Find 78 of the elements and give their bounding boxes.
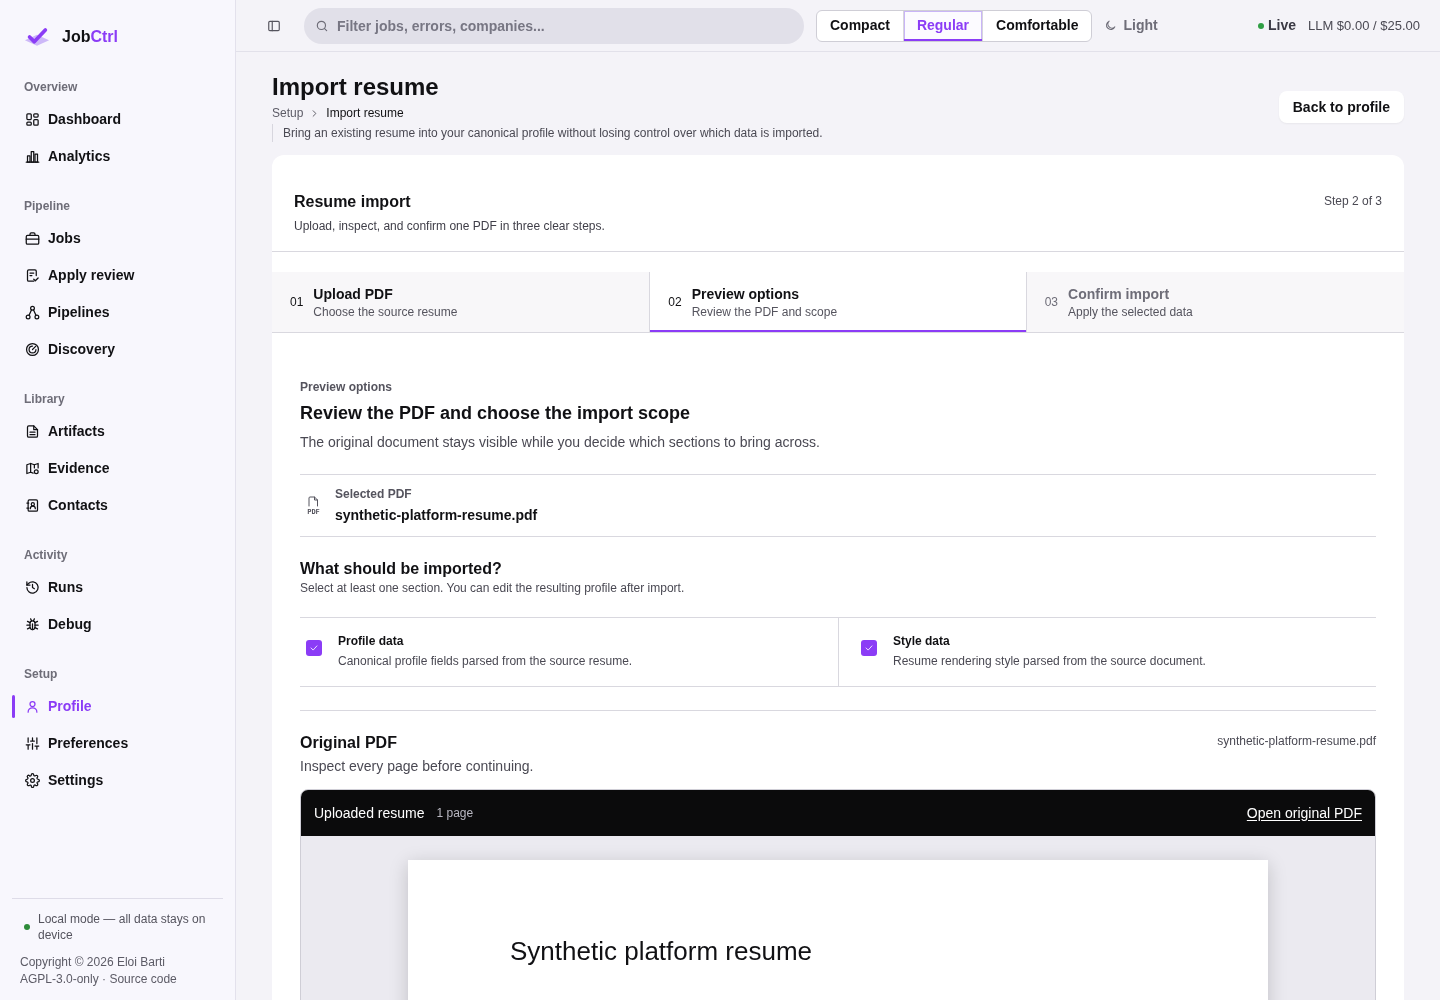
nav-item[interactable]: Apply review: [12, 257, 223, 294]
sidebar-panel-icon: [267, 18, 281, 33]
live-status: Live: [1267, 16, 1296, 35]
document-icon: [25, 424, 40, 439]
clipboard-check-icon: [25, 268, 40, 283]
nav-item[interactable]: Profile: [12, 688, 223, 725]
nav-section-heading: Setup: [23, 666, 59, 682]
nav-item[interactable]: Jobs: [12, 220, 223, 257]
nav-item[interactable]: Contacts: [12, 487, 223, 524]
license-text: AGPL-3.0-only · Source code: [19, 971, 178, 988]
search-field[interactable]: Filter jobs, errors, companies...: [304, 7, 804, 44]
open-original-pdf-link[interactable]: Open original PDF: [1246, 802, 1362, 824]
nav-section-heading: Overview: [23, 79, 79, 95]
scope-help-text: Select at least one section. You can edit the resulting profile after import.: [300, 580, 686, 596]
active-indicator: [12, 695, 15, 718]
nav-item[interactable]: Analytics: [12, 138, 223, 175]
back-to-profile-button[interactable]: Back to profile: [1278, 91, 1404, 123]
theme-toggle-button[interactable]: Light: [1104, 15, 1158, 36]
selected-pdf-label: Selected PDF: [335, 486, 413, 502]
nav-item[interactable]: Discovery: [12, 331, 223, 368]
nav-item[interactable]: Pipelines: [12, 294, 223, 331]
nav-item[interactable]: Debug: [12, 606, 223, 643]
scope-heading: What should be imported?: [300, 559, 503, 579]
selected-pdf-filename: synthetic-platform-resume.pdf: [335, 506, 538, 525]
settings-icon: [25, 773, 40, 788]
page-count: 1 page: [436, 805, 474, 822]
viewer-title: Uploaded resume: [314, 803, 425, 823]
nav-section-heading: Activity: [23, 547, 69, 563]
radar-icon: [25, 342, 40, 357]
nav-item[interactable]: Evidence: [12, 450, 223, 487]
breadcrumb-link[interactable]: Setup: [272, 105, 304, 121]
card-title: Resume import: [294, 192, 412, 212]
section-description: The original document stays visible while you decide which sections to bring across.: [300, 433, 821, 452]
network-icon: [25, 305, 40, 320]
map-pin-icon: [25, 461, 40, 476]
search-icon: [315, 18, 329, 33]
original-pdf-description: Inspect every page before continuing.: [300, 757, 534, 776]
local-mode-status: Local mode — all data stays on device: [38, 911, 207, 943]
nav-item[interactable]: Dashboard: [12, 101, 223, 138]
sliders-icon: [25, 736, 40, 751]
density-tab[interactable]: Regular: [902, 10, 983, 41]
section-heading: Review the PDF and choose the import scope: [300, 402, 692, 425]
checkmark-icon: [309, 643, 319, 653]
nav-item[interactable]: Preferences: [12, 725, 223, 762]
nav-item[interactable]: Artifacts: [12, 413, 223, 450]
checkbox[interactable]: [861, 640, 877, 656]
checkmark-icon: [864, 643, 874, 653]
section-eyebrow: Preview options: [300, 379, 394, 395]
moon-icon: [1104, 19, 1118, 32]
contact-book-icon: [25, 498, 40, 513]
breadcrumb-link[interactable]: Import resume: [326, 105, 404, 121]
card-subtitle: Upload, inspect, and confirm one PDF in three clear steps.: [294, 218, 605, 234]
density-tab[interactable]: Compact: [817, 10, 903, 41]
import-option[interactable]: Profile data Canonical profile fields parsed from the source resume.: [300, 618, 838, 686]
original-pdf-filename: synthetic-platform-resume.pdf: [1217, 733, 1376, 749]
bug-icon: [25, 617, 40, 632]
logo-icon: [24, 26, 50, 48]
nav-section-heading: Pipeline: [23, 198, 71, 214]
page-description: Bring an existing resume into your canonical profile without losing control over which data is imported.: [272, 124, 823, 142]
source-code-link[interactable]: Source code: [109, 972, 177, 986]
step-counter: Step 2 of 3: [1323, 193, 1382, 209]
document-title: Synthetic platform resume: [510, 936, 813, 966]
brand-name: JobCtrl: [62, 27, 118, 47]
grid-icon: [25, 112, 40, 127]
user-icon: [25, 699, 40, 714]
copyright-text: Copyright © 2026 Eloi Barti: [19, 954, 166, 971]
history-icon: [25, 580, 40, 595]
bar-chart-icon: [25, 149, 40, 164]
original-pdf-heading: Original PDF: [300, 733, 398, 753]
checkbox[interactable]: [306, 640, 322, 656]
briefcase-icon: [25, 231, 40, 246]
page-title: Import resume: [272, 72, 440, 102]
import-option[interactable]: Style data Resume rendering style parsed from the source document.: [838, 618, 1376, 686]
llm-usage-text: LLM $0.00 / $25.00: [1307, 16, 1420, 35]
nav-section-heading: Library: [23, 391, 66, 407]
nav-item[interactable]: Runs: [12, 569, 223, 606]
nav-item[interactable]: Settings: [12, 762, 223, 799]
density-tab[interactable]: Comfortable: [982, 10, 1092, 41]
